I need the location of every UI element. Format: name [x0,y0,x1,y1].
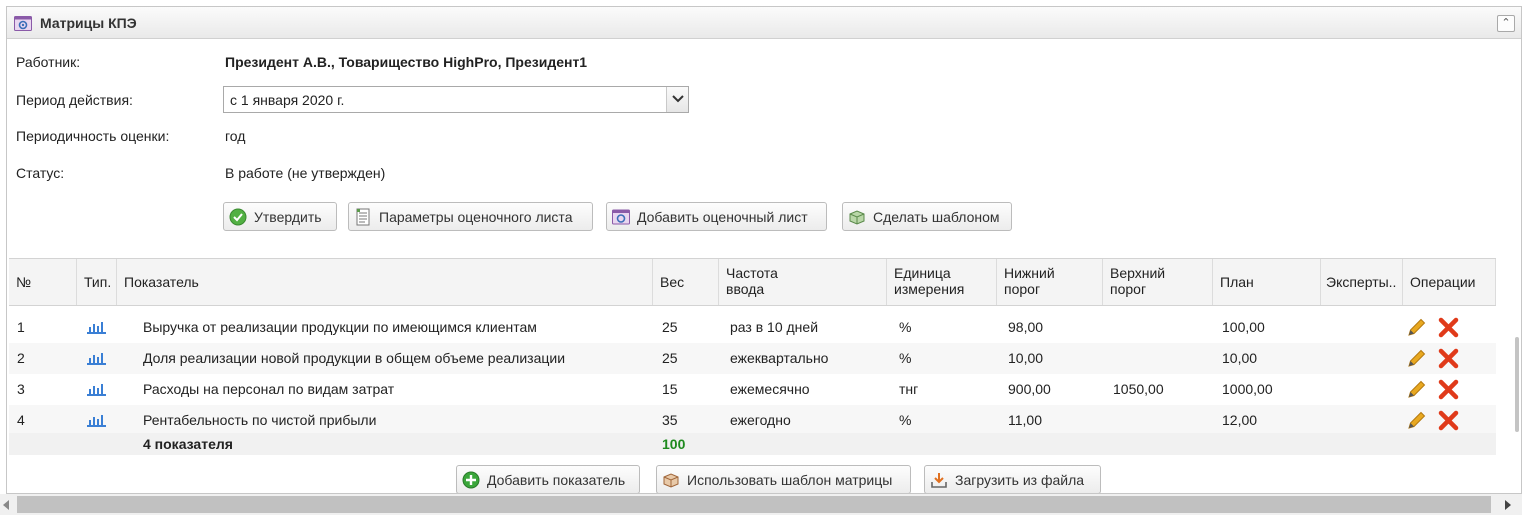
frequency-label: Периодичность оценки: [16,128,170,144]
use-template-button[interactable]: Использовать шаблон матрицы [656,465,911,493]
bar-chart-icon [87,384,106,396]
bar-chart-icon [87,415,106,427]
status-label: Статус: [16,165,65,181]
check-circle-icon [229,208,247,226]
col-experts[interactable]: Эксперты.. [1321,259,1403,305]
delete-icon[interactable] [1438,379,1459,400]
delete-icon[interactable] [1438,410,1459,431]
table-row[interactable]: 3 Расходы на персонал по видам затрат 15… [9,374,1496,405]
kpi-matrix-icon [612,209,630,225]
kpi-matrix-panel: Матрицы КПЭ ⌃ Работник: Президент А.В., … [6,6,1522,494]
chevron-down-icon[interactable] [666,87,688,112]
col-type[interactable]: Тип. [77,259,117,305]
bar-chart-icon [87,353,106,365]
bar-chart-icon [87,322,106,334]
col-weight[interactable]: Вес [653,259,719,305]
approve-button[interactable]: Утвердить [223,202,337,231]
pencil-icon[interactable] [1406,379,1427,400]
col-operations[interactable]: Операции [1403,259,1496,305]
col-plan[interactable]: План [1213,259,1321,305]
plus-circle-icon [462,471,480,489]
template-box-icon [849,210,865,225]
template-box-icon [663,473,679,488]
panel-title: Матрицы КПЭ [40,15,137,31]
pencil-icon[interactable] [1406,410,1427,431]
pencil-icon[interactable] [1406,317,1427,338]
pencil-icon[interactable] [1406,348,1427,369]
kpi-matrix-icon [14,16,32,31]
table-row[interactable]: 1 Выручка от реализации продукции по име… [9,312,1496,343]
horizontal-scroll-thumb[interactable] [17,496,1491,513]
collapse-up-icon[interactable]: ⌃ [1497,15,1515,32]
worker-label: Работник: [16,54,81,70]
make-template-button[interactable]: Сделать шаблоном [842,202,1012,231]
col-lower-threshold[interactable]: Нижний порог [997,259,1103,305]
delete-icon[interactable] [1438,348,1459,369]
sheet-params-button[interactable]: Параметры оценочного листа [348,202,593,231]
panel-titlebar: Матрицы КПЭ ⌃ [7,7,1521,39]
col-num[interactable]: № [9,259,77,305]
horizontal-scrollbar[interactable] [0,494,1522,515]
col-frequency[interactable]: Частота ввода [719,259,887,305]
table-row[interactable]: 2 Доля реализации новой продукции в обще… [9,343,1496,374]
total-weight: 100 [662,436,686,452]
frequency-value: год [225,128,246,144]
document-icon [356,208,370,226]
download-icon [931,473,947,488]
scroll-right-arrow-icon[interactable] [1505,500,1511,510]
worker-value: Президент А.В., Товарищество HighPro, Пр… [225,54,588,70]
add-indicator-button[interactable]: Добавить показатель [456,465,640,493]
table-header: № Тип. Показатель Вес Частота ввода Един… [9,258,1496,306]
col-upper-threshold[interactable]: Верхний порог [1103,259,1213,305]
table-total-row: 4 показателя 100 [9,433,1496,455]
delete-icon[interactable] [1438,317,1459,338]
table-row[interactable]: 4 Рентабельность по чистой прибыли 35 еж… [9,405,1496,436]
scroll-left-arrow-icon[interactable] [3,500,9,510]
period-select[interactable]: с 1 января 2020 г. [223,86,689,113]
col-indicator[interactable]: Показатель [117,259,653,305]
period-label: Период действия: [16,92,133,108]
status-value: В работе (не утвержден) [225,165,386,181]
vertical-scrollbar[interactable] [1515,337,1519,432]
load-file-button[interactable]: Загрузить из файла [924,465,1101,493]
total-label: 4 показателя [143,436,233,452]
col-unit[interactable]: Единица измерения [887,259,997,305]
period-select-value: с 1 января 2020 г. [230,92,345,108]
add-sheet-button[interactable]: Добавить оценочный лист [606,202,827,231]
